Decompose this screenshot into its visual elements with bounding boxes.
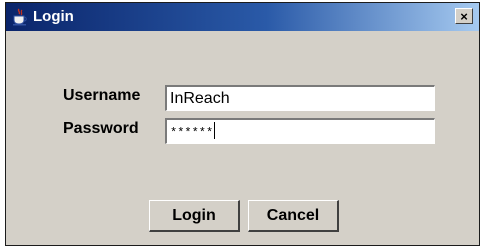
title-bar[interactable]: Login × bbox=[6, 3, 479, 31]
java-coffee-cup-icon bbox=[13, 8, 27, 26]
password-field[interactable]: ****** bbox=[165, 118, 435, 144]
username-label: Username bbox=[63, 87, 141, 104]
text-caret bbox=[214, 122, 216, 139]
close-button[interactable]: × bbox=[455, 8, 473, 24]
login-button[interactable]: Login bbox=[149, 200, 240, 232]
login-dialog: Login × Username Password ****** Login C… bbox=[5, 2, 480, 246]
username-field[interactable] bbox=[165, 85, 435, 111]
password-label: Password bbox=[63, 120, 139, 137]
password-masked-value: ****** bbox=[170, 126, 214, 140]
cancel-button[interactable]: Cancel bbox=[248, 200, 339, 232]
window-title: Login bbox=[33, 8, 74, 25]
close-icon: × bbox=[460, 8, 468, 24]
